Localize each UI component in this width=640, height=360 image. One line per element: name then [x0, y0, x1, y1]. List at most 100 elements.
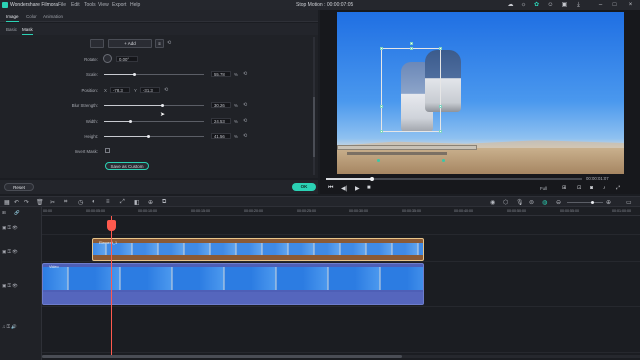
close-icon[interactable]: × — [626, 1, 635, 9]
blur-thumb[interactable] — [161, 104, 164, 107]
minimize-icon[interactable]: – — [596, 1, 605, 9]
mask-handle-tr[interactable] — [439, 47, 442, 50]
blur-reset-icon[interactable]: ⟲ — [243, 102, 247, 108]
mask-selection-box[interactable] — [381, 48, 441, 132]
audio-mixer-icon[interactable]: ≡ — [106, 199, 110, 205]
blur-strength-value[interactable]: 30.26 — [211, 102, 231, 108]
volume-icon[interactable]: ♪ — [603, 185, 606, 191]
adjust-icon[interactable]: ⧉ — [162, 199, 166, 206]
color-icon[interactable]: ◐ — [92, 199, 96, 205]
audio-track-icons[interactable]: ♫ ⚿ 🔊 — [2, 324, 17, 330]
menu-export[interactable]: Export — [112, 2, 126, 8]
audio-track-row[interactable] — [42, 307, 640, 353]
reset-icon[interactable]: ⟲ — [167, 40, 171, 46]
video-preview[interactable] — [337, 12, 624, 174]
overlay-clip[interactable]: Element_1 — [92, 238, 424, 261]
render-preview-icon[interactable]: ◉ — [490, 199, 495, 206]
add-mask-button[interactable]: + Add — [108, 39, 152, 48]
save-as-custom-button[interactable]: Save as Custom — [105, 162, 149, 170]
notification-icon[interactable]: ▣ — [560, 1, 569, 9]
lightbulb-icon[interactable]: ☼ — [519, 1, 528, 9]
green-screen-icon[interactable]: ◧ — [134, 199, 140, 206]
mask-point[interactable] — [442, 159, 445, 162]
timeline-scrollbar[interactable] — [42, 355, 640, 358]
panel-scrollbar-thumb[interactable] — [313, 97, 315, 157]
voiceover-icon[interactable]: ⊕ — [148, 199, 153, 206]
marker-icon[interactable]: ⬡ — [503, 199, 508, 206]
timeline-ruler[interactable]: 00:00 00:00:05:00 00:00:10:00 00:00:15:0… — [42, 207, 640, 216]
download-icon[interactable]: ⤓ — [574, 1, 583, 9]
ok-button[interactable]: OK — [292, 183, 316, 191]
progress-knob[interactable] — [370, 177, 374, 181]
reset-button[interactable]: Reset — [4, 183, 34, 191]
rotate-value[interactable]: 0.00° — [116, 56, 138, 62]
menu-edit[interactable]: Edit — [71, 2, 80, 8]
width-thumb[interactable] — [129, 120, 132, 123]
zoom-in-icon[interactable]: ⊕ — [606, 199, 611, 206]
tab-mask[interactable]: Mask — [22, 27, 33, 35]
menu-tools[interactable]: Tools — [84, 2, 96, 8]
gift-icon[interactable]: ✿ — [532, 1, 541, 9]
track-2-icons[interactable]: ▣ ⚿ 👁 — [2, 249, 18, 255]
position-x-value[interactable]: -78.3 — [110, 87, 130, 93]
quality-dropdown[interactable]: Full — [540, 186, 547, 191]
menu-view[interactable]: View — [98, 2, 109, 8]
speed-icon[interactable]: ◷ — [78, 199, 83, 206]
height-reset-icon[interactable]: ⟲ — [243, 133, 247, 139]
delete-icon[interactable]: 🗑 — [36, 199, 44, 206]
tab-basic[interactable]: Basic — [6, 27, 17, 32]
track-1-icons[interactable]: ▣ ⚿ 👁 — [2, 283, 18, 289]
mask-handle-r[interactable] — [439, 105, 442, 108]
add-track-icon[interactable]: ⊞ — [2, 210, 6, 216]
zoom-fit-icon[interactable]: ⤢ — [120, 199, 125, 206]
mask-handle-br[interactable] — [439, 130, 442, 133]
account-icon[interactable]: ☺ — [546, 1, 555, 9]
snap-icon[interactable]: ◍ — [542, 199, 547, 206]
track-3-icons[interactable]: ▣ ⚿ 👁 — [2, 225, 18, 231]
menu-help[interactable]: Help — [130, 2, 140, 8]
scale-thumb[interactable] — [133, 73, 136, 76]
scale-reset-icon[interactable]: ⟲ — [243, 71, 247, 77]
blur-strength-slider[interactable] — [104, 104, 204, 107]
snapshot-icon[interactable]: ⊡ — [577, 185, 581, 191]
prev-frame-icon[interactable]: ⏮ — [328, 185, 333, 192]
link-icon[interactable]: 🔗 — [14, 210, 20, 216]
fullscreen-icon[interactable]: ⤢ — [616, 185, 620, 191]
mask-handle-t[interactable] — [410, 47, 413, 50]
mask-rotate-handle[interactable] — [410, 42, 413, 45]
panel-scrollbar[interactable] — [313, 37, 315, 175]
mask-options-button[interactable]: ≡ — [155, 39, 164, 48]
grid-icon[interactable]: ▦ — [4, 199, 10, 206]
rotate-dial[interactable] — [103, 54, 112, 63]
invert-mask-checkbox[interactable] — [105, 148, 110, 153]
tab-color[interactable]: Color — [26, 14, 37, 19]
mask-handle-bl[interactable] — [380, 130, 383, 133]
menu-file[interactable]: File — [58, 2, 66, 8]
zoom-slider[interactable] — [567, 201, 603, 204]
maximize-icon[interactable]: □ — [610, 1, 619, 9]
mask-shape-button[interactable] — [90, 39, 104, 48]
playback-progress[interactable] — [326, 177, 582, 181]
width-value[interactable]: 24.53 — [211, 118, 231, 124]
playhead-line[interactable] — [111, 216, 112, 356]
height-value[interactable]: 41.56 — [211, 133, 231, 139]
redo-icon[interactable]: ↷ — [24, 199, 29, 206]
main-video-clip[interactable]: Video — [42, 263, 424, 305]
width-reset-icon[interactable]: ⟲ — [243, 118, 247, 124]
crop-icon[interactable]: ⌗ — [64, 199, 67, 206]
mask-point[interactable] — [377, 159, 380, 162]
position-reset-icon[interactable]: ⟲ — [164, 87, 168, 93]
timeline-settings-icon[interactable]: ▭ — [626, 199, 632, 206]
render-icon[interactable]: ⊞ — [562, 185, 566, 191]
scale-slider[interactable] — [104, 73, 204, 76]
zoom-out-icon[interactable]: ⊖ — [556, 199, 561, 206]
height-thumb[interactable] — [147, 135, 150, 138]
height-slider[interactable] — [104, 135, 204, 138]
mask-handle-l[interactable] — [380, 105, 383, 108]
mask-handle-tl[interactable] — [380, 47, 383, 50]
cloud-icon[interactable]: ☁ — [506, 1, 515, 9]
width-slider[interactable] — [104, 120, 204, 123]
playhead-handle[interactable] — [107, 220, 116, 231]
snapshot-camera-icon[interactable]: ◙ — [590, 185, 593, 191]
stop-icon[interactable]: ■ — [367, 185, 371, 191]
